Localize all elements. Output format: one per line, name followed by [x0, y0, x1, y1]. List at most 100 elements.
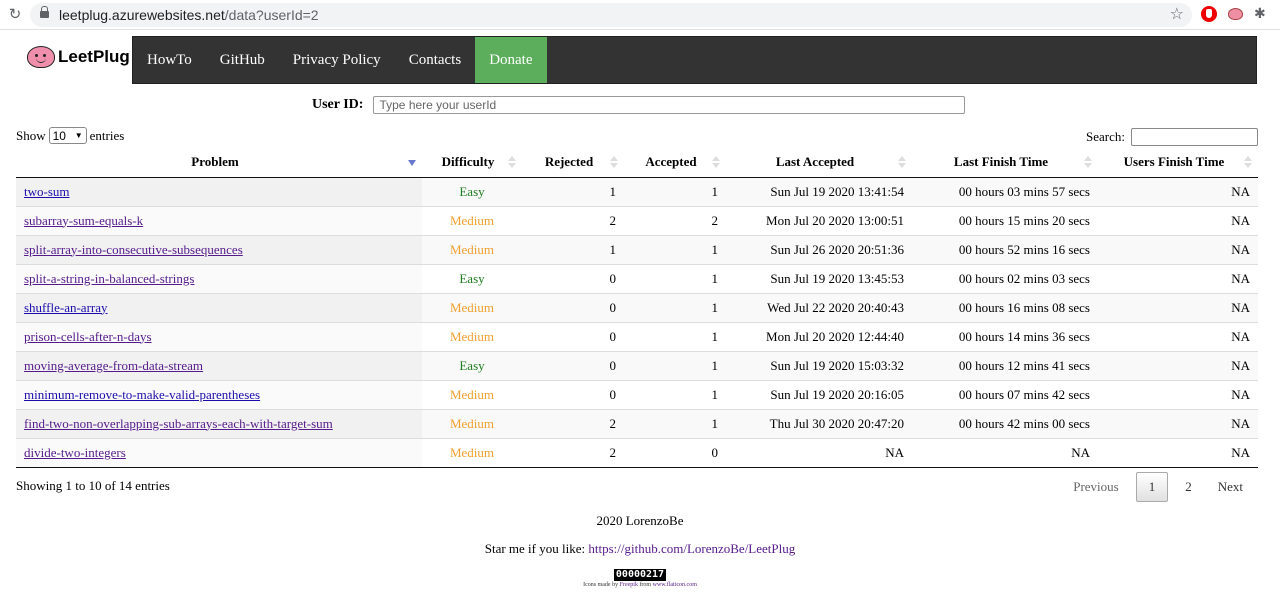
- adblock-extension-icon[interactable]: [1201, 6, 1217, 22]
- column-header-users-finish-time[interactable]: Users Finish Time: [1098, 148, 1258, 178]
- column-header-problem[interactable]: Problem: [16, 148, 422, 178]
- problem-cell: split-a-string-in-balanced-strings: [16, 263, 422, 293]
- reload-icon[interactable]: ↻: [6, 5, 24, 23]
- rejected-cell-value: 2: [609, 212, 617, 228]
- url-path: /data?userId=2: [224, 7, 319, 23]
- address-bar[interactable]: leetplug.azurewebsites.net/data?userId=2…: [30, 3, 1192, 27]
- nav-howto[interactable]: HowTo: [133, 37, 206, 83]
- difficulty-cell: Medium: [422, 234, 522, 264]
- accepted-cell-value: 1: [711, 415, 719, 431]
- sort-icon: [610, 156, 618, 170]
- users-finish-time-cell: NA: [1098, 350, 1258, 380]
- rejected-cell-value: 1: [609, 183, 617, 199]
- users-finish-time-cell: NA: [1098, 177, 1258, 206]
- difficulty-cell-value: Medium: [449, 386, 495, 402]
- table-row: subarray-sum-equals-k Medium 2 2 Mon Jul 20 …: [16, 205, 1258, 235]
- leetplug-extension-icon[interactable]: [1228, 8, 1243, 20]
- logo[interactable]: LeetPlug: [27, 46, 130, 68]
- page-length-select[interactable]: 10 ▼: [48, 127, 87, 144]
- last-finish-time-cell-value: 00 hours 42 mins 00 secs: [958, 415, 1090, 431]
- problem-link[interactable]: find-two-non-overlapping-sub-arrays-each…: [24, 416, 333, 431]
- problem-link[interactable]: minimum-remove-to-make-valid-parentheses: [24, 387, 260, 402]
- difficulty-cell-value: Easy: [459, 183, 485, 199]
- users-finish-time-cell-value: NA: [1231, 212, 1250, 228]
- table-row: shuffle-an-array Medium 0 1 Wed Jul 22 2020 …: [16, 292, 1258, 322]
- table-row: two-sum Easy 1 1 Sun Jul 19 2020 13:41:54 00 …: [16, 177, 1258, 206]
- last-finish-time-cell-value: 00 hours 15 mins 20 secs: [958, 212, 1090, 228]
- footer: 2020 LorenzoBe Star me if you like: http…: [0, 513, 1280, 588]
- last-finish-time-cell-value: 00 hours 14 mins 36 secs: [958, 328, 1090, 344]
- last-finish-time-cell: 00 hours 12 mins 41 secs: [912, 350, 1098, 380]
- problem-link[interactable]: moving-average-from-data-stream: [24, 358, 203, 373]
- last-finish-time-cell-value: 00 hours 07 mins 42 secs: [958, 386, 1090, 402]
- difficulty-cell: Easy: [422, 263, 522, 293]
- last-finish-time-cell: NA: [912, 437, 1098, 468]
- column-header-difficulty[interactable]: Difficulty: [422, 148, 522, 178]
- difficulty-cell: Easy: [422, 350, 522, 380]
- last-finish-time-cell: 00 hours 14 mins 36 secs: [912, 321, 1098, 351]
- nav-donate[interactable]: Donate: [475, 37, 547, 83]
- users-finish-time-cell: NA: [1098, 263, 1258, 293]
- icon-credits: Icons made by Freepik from www.flaticon.…: [0, 582, 1280, 588]
- column-header-accepted[interactable]: Accepted: [624, 148, 726, 178]
- problem-link[interactable]: split-a-string-in-balanced-strings: [24, 271, 194, 286]
- rejected-cell-value: 2: [609, 444, 617, 460]
- nav-privacy-policy[interactable]: Privacy Policy: [279, 37, 395, 83]
- page-length-control: Show 10 ▼ entries: [16, 127, 124, 144]
- users-finish-time-cell-value: NA: [1231, 241, 1250, 257]
- rejected-cell: 2: [522, 205, 624, 235]
- users-finish-time-cell-value: NA: [1231, 328, 1250, 344]
- star-line: Star me if you like: https://github.com/…: [0, 541, 1280, 557]
- column-header-rejected[interactable]: Rejected: [522, 148, 624, 178]
- sort-icon: [898, 156, 906, 170]
- credits-text: Icons made by: [583, 582, 620, 588]
- accepted-cell: 1: [624, 292, 726, 322]
- column-header-last-accepted[interactable]: Last Accepted: [726, 148, 912, 178]
- difficulty-cell-value: Medium: [449, 241, 495, 257]
- freepik-link[interactable]: Freepik: [620, 582, 638, 588]
- column-header-last-finish-time[interactable]: Last Finish Time: [912, 148, 1098, 178]
- problem-link[interactable]: shuffle-an-array: [24, 300, 108, 315]
- difficulty-cell: Medium: [422, 292, 522, 322]
- users-finish-time-cell: NA: [1098, 379, 1258, 409]
- column-label: Last Finish Time: [953, 154, 1049, 170]
- users-finish-time-cell: NA: [1098, 292, 1258, 322]
- last-accepted-cell-value: Mon Jul 20 2020 12:44:40: [766, 328, 904, 344]
- flaticon-link[interactable]: www.flaticon.com: [653, 582, 697, 588]
- sort-icon: [1084, 156, 1092, 170]
- table-row: split-a-string-in-balanced-strings Easy 0 1…: [16, 263, 1258, 293]
- userid-input[interactable]: [373, 96, 966, 114]
- search-input[interactable]: [1131, 128, 1258, 146]
- entries-label: entries: [89, 127, 125, 143]
- page-2-button[interactable]: 2: [1172, 473, 1205, 501]
- problem-link[interactable]: two-sum: [24, 184, 70, 199]
- nav-github[interactable]: GitHub: [206, 37, 279, 83]
- accepted-cell: 1: [624, 263, 726, 293]
- last-finish-time-cell: 00 hours 07 mins 42 secs: [912, 379, 1098, 409]
- problem-link[interactable]: prison-cells-after-n-days: [24, 329, 152, 344]
- last-finish-time-cell: 00 hours 15 mins 20 secs: [912, 205, 1098, 235]
- problem-link[interactable]: split-array-into-consecutive-subsequence…: [24, 242, 243, 257]
- chevron-down-icon: ▼: [74, 131, 83, 140]
- next-page-button[interactable]: Next: [1205, 473, 1256, 501]
- last-finish-time-cell-value: 00 hours 12 mins 41 secs: [958, 357, 1090, 373]
- rejected-cell: 1: [522, 234, 624, 264]
- github-link[interactable]: https://github.com/LorenzoBe/LeetPlug: [588, 541, 795, 556]
- problem-link[interactable]: divide-two-integers: [24, 445, 126, 460]
- column-label: Accepted: [645, 154, 697, 170]
- last-accepted-cell: Sun Jul 19 2020 13:41:54: [726, 177, 912, 206]
- last-accepted-cell: Sun Jul 26 2020 20:51:36: [726, 234, 912, 264]
- pagination: Previous 1 2 Next: [1060, 472, 1256, 502]
- users-finish-time-cell-value: NA: [1231, 357, 1250, 373]
- page-1-button[interactable]: 1: [1135, 472, 1169, 502]
- problem-link[interactable]: subarray-sum-equals-k: [24, 213, 143, 228]
- accepted-cell: 1: [624, 234, 726, 264]
- extensions-puzzle-icon[interactable]: ✱: [1254, 6, 1270, 22]
- nav-contacts[interactable]: Contacts: [395, 37, 476, 83]
- rejected-cell-value: 0: [609, 328, 617, 344]
- last-finish-time-cell-value: NA: [1071, 444, 1090, 460]
- users-finish-time-cell: NA: [1098, 321, 1258, 351]
- bookmark-star-icon[interactable]: ☆: [1170, 4, 1184, 23]
- previous-page-button[interactable]: Previous: [1060, 473, 1132, 501]
- difficulty-cell: Medium: [422, 408, 522, 438]
